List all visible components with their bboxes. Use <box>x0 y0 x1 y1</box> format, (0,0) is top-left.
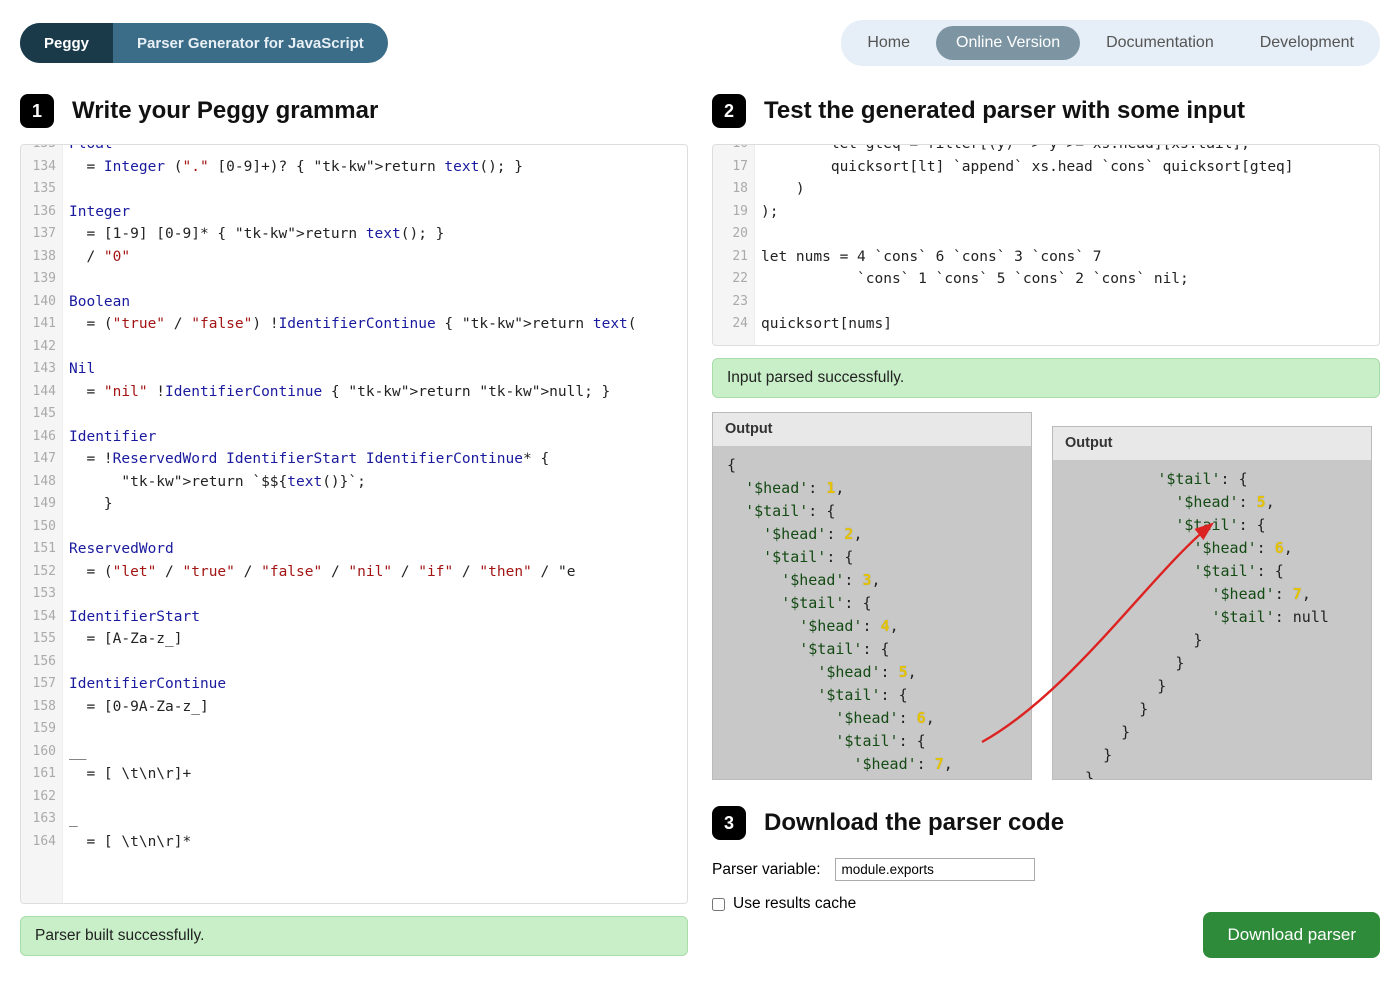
nav-item-development[interactable]: Development <box>1240 26 1374 60</box>
output-wrap: Output { '$head': 1, '$tail': { '$head':… <box>712 412 1380 780</box>
grammar-editor[interactable]: 133 134 135 136 137 138 139 140 141 142 … <box>20 144 688 904</box>
download-button[interactable]: Download parser <box>1203 912 1380 958</box>
step1-badge: 1 <box>20 94 54 128</box>
right-column: 2 Test the generated parser with some in… <box>712 94 1380 958</box>
step1-title: Write your Peggy grammar <box>72 97 378 125</box>
step2-title: Test the generated parser with some inpu… <box>764 97 1245 125</box>
top-bar: Peggy Parser Generator for JavaScript Ho… <box>20 20 1380 66</box>
cache-checkbox[interactable] <box>712 898 725 911</box>
parser-var-row: Parser variable: <box>712 858 1380 881</box>
brand-tagline: Parser Generator for JavaScript <box>113 23 388 63</box>
input-gutter: 16 17 18 19 20 21 22 23 24 <box>713 145 755 345</box>
input-status: Input parsed successfully. <box>712 358 1380 398</box>
step3-badge: 3 <box>712 806 746 840</box>
output-body-left: { '$head': 1, '$tail': { '$head': 2, '$t… <box>713 446 1031 780</box>
grammar-status: Parser built successfully. <box>20 916 688 956</box>
output-box-left: Output { '$head': 1, '$tail': { '$head':… <box>712 412 1032 780</box>
nav-item-online-version[interactable]: Online Version <box>936 26 1080 60</box>
brand-pill: Peggy Parser Generator for JavaScript <box>20 23 388 63</box>
nav-item-documentation[interactable]: Documentation <box>1086 26 1234 60</box>
cache-label: Use results cache <box>733 895 856 913</box>
left-column: 1 Write your Peggy grammar 133 134 135 1… <box>20 94 688 958</box>
output-title-right: Output <box>1053 427 1371 460</box>
output-box-right: Output '$tail': { '$head': 5, '$tail': {… <box>1052 426 1372 780</box>
output-title-left: Output <box>713 413 1031 446</box>
parser-var-label: Parser variable: <box>712 861 821 879</box>
step1-header: 1 Write your Peggy grammar <box>20 94 688 128</box>
step2-badge: 2 <box>712 94 746 128</box>
cache-row: Use results cache <box>712 895 1380 913</box>
grammar-gutter: 133 134 135 136 137 138 139 140 141 142 … <box>21 145 63 903</box>
input-editor[interactable]: 16 17 18 19 20 21 22 23 24 let gteq = fi… <box>712 144 1380 346</box>
grammar-code[interactable]: Float = Integer ("." [0-9]+)? { "tk-kw">… <box>63 144 687 903</box>
step3-section: 3 Download the parser code Parser variab… <box>712 806 1380 958</box>
step2-header: 2 Test the generated parser with some in… <box>712 94 1380 128</box>
output-body-right: '$tail': { '$head': 5, '$tail': { '$head… <box>1053 460 1371 780</box>
brand-name[interactable]: Peggy <box>20 23 113 63</box>
nav-pill: HomeOnline VersionDocumentationDevelopme… <box>841 20 1380 66</box>
input-code[interactable]: let gteq = filter[(y) -> y >= xs.head][x… <box>755 144 1379 345</box>
parser-var-input[interactable] <box>835 858 1035 881</box>
step3-header: 3 Download the parser code <box>712 806 1380 840</box>
nav-item-home[interactable]: Home <box>847 26 930 60</box>
step3-title: Download the parser code <box>764 809 1064 837</box>
